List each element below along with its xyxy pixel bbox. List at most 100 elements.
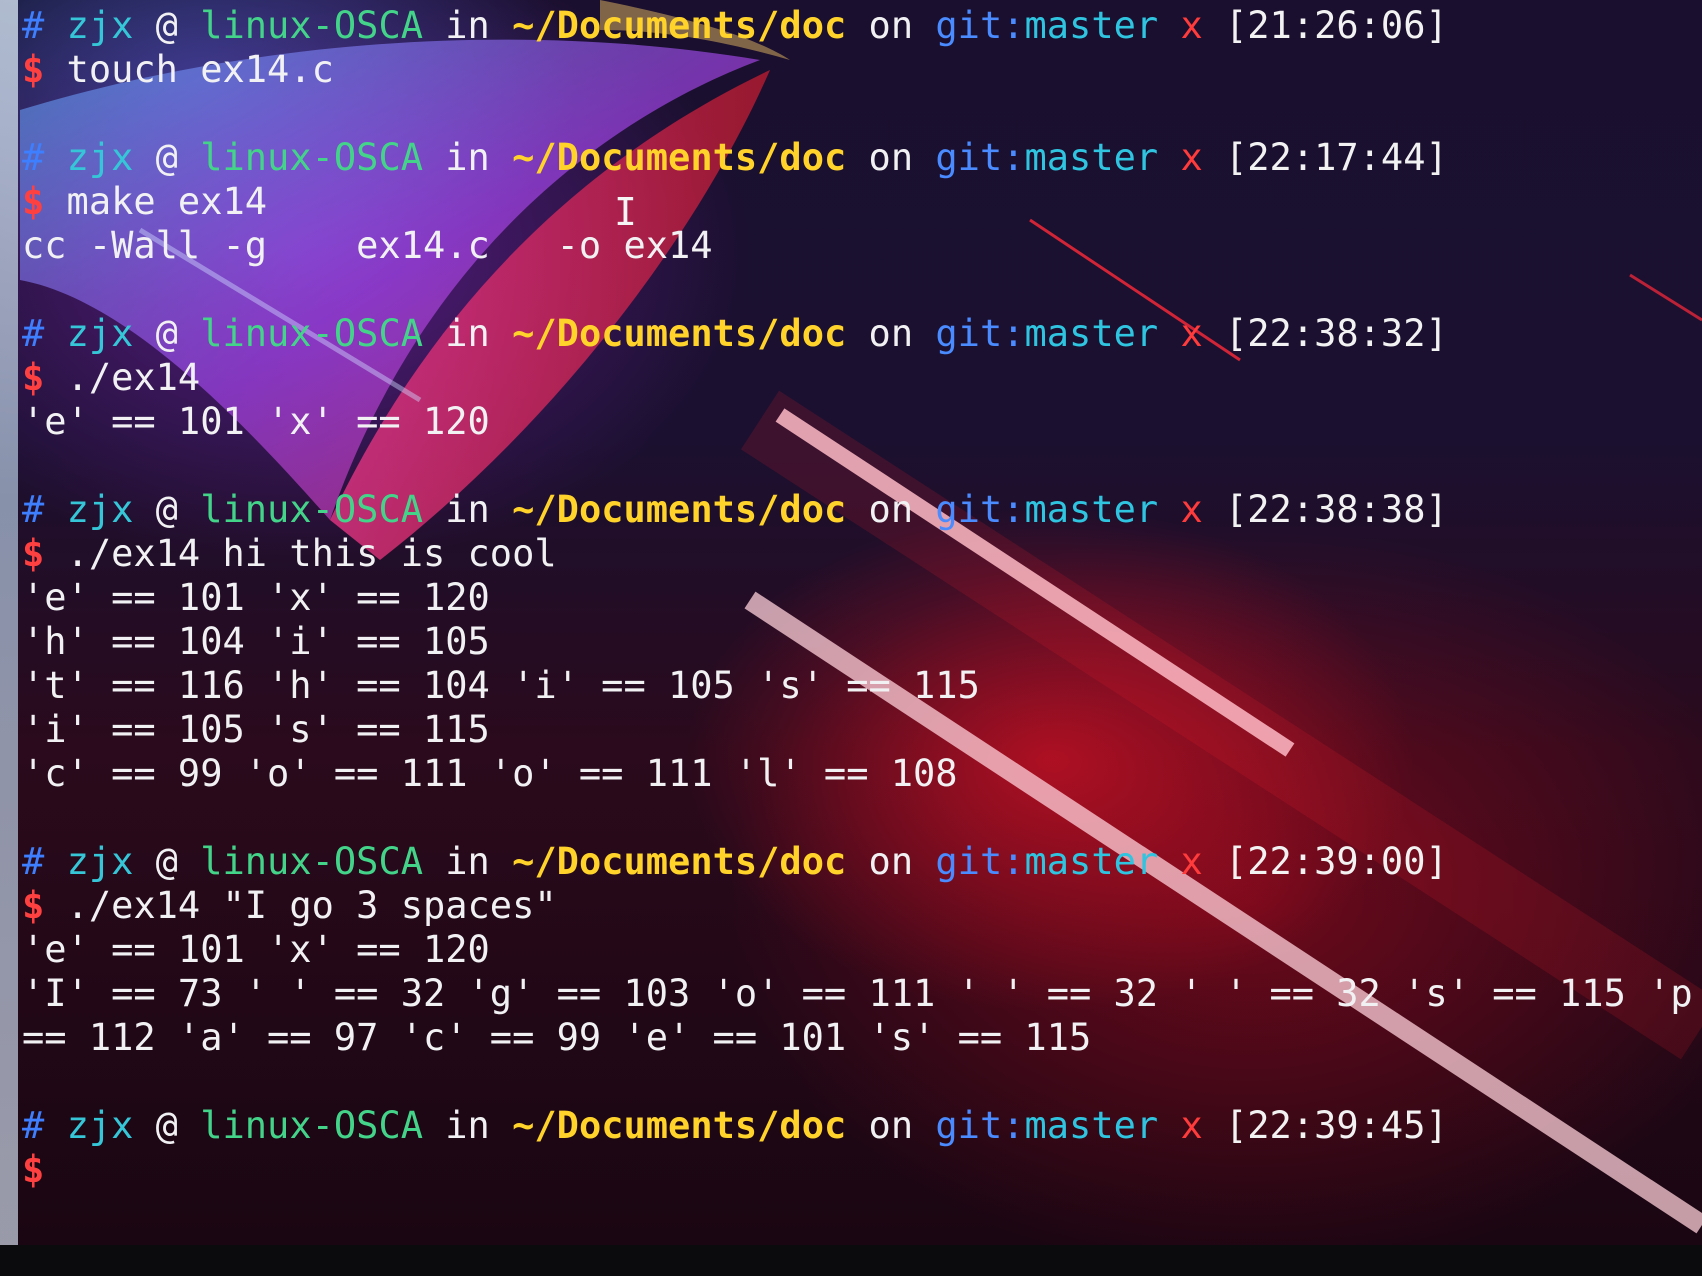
prompt-at: @ — [155, 136, 178, 179]
prompt-branch: master — [1024, 136, 1159, 179]
prompt-user: zjx — [66, 488, 134, 531]
prompt-timestamp: [22:17:44] — [1225, 136, 1448, 179]
output-line: 'c' == 99 'o' == 111 'o' == 111 'l' == 1… — [22, 752, 958, 795]
prompt-host: linux-OSCA — [200, 488, 423, 531]
prompt-in: in — [445, 840, 490, 883]
prompt-branch: master — [1024, 4, 1159, 47]
prompt-dirty-marker: x — [1180, 312, 1203, 355]
prompt-line: # zjx @ linux-OSCA in ~/Documents/doc on… — [22, 840, 1694, 884]
prompt-hash: # — [22, 312, 45, 355]
command-text: ./ex14 hi this is cool — [44, 532, 557, 575]
prompt-git-prefix: git: — [935, 4, 1025, 47]
prompt-hash: # — [22, 840, 45, 883]
prompt-timestamp: [21:26:06] — [1225, 4, 1448, 47]
prompt-git-prefix: git: — [935, 312, 1025, 355]
command-line: $ ./ex14 — [22, 356, 1694, 400]
prompt-host: linux-OSCA — [200, 312, 423, 355]
prompt-timestamp: [22:39:45] — [1225, 1104, 1448, 1147]
prompt-branch: master — [1024, 488, 1159, 531]
prompt-dirty-marker: x — [1180, 840, 1203, 883]
prompt-user: zjx — [66, 840, 134, 883]
output-line: cc -Wall -g ex14.c -o ex14 — [22, 224, 713, 267]
prompt-on: on — [868, 4, 914, 47]
dollar-prompt-icon: $ — [22, 532, 45, 575]
prompt-path: ~/Documents/doc — [512, 4, 847, 47]
bottom-bezel — [0, 1245, 1702, 1276]
prompt-on: on — [868, 1104, 914, 1147]
dollar-prompt-icon: $ — [22, 180, 45, 223]
terminal-output[interactable]: # zjx @ linux-OSCA in ~/Documents/doc on… — [22, 4, 1702, 1192]
prompt-host: linux-OSCA — [200, 4, 423, 47]
prompt-at: @ — [155, 312, 178, 355]
command-text: ./ex14 — [44, 356, 201, 399]
prompt-line: # zjx @ linux-OSCA in ~/Documents/doc on… — [22, 4, 1694, 48]
prompt-host: linux-OSCA — [200, 136, 423, 179]
command-line: $ ./ex14 hi this is cool — [22, 532, 1694, 576]
prompt-dirty-marker: x — [1180, 136, 1203, 179]
mouse-ibeam-cursor-icon: I — [614, 190, 637, 234]
prompt-in: in — [445, 4, 490, 47]
prompt-line: # zjx @ linux-OSCA in ~/Documents/doc on… — [22, 488, 1694, 532]
prompt-branch: master — [1024, 1104, 1159, 1147]
terminal-screen[interactable]: # zjx @ linux-OSCA in ~/Documents/doc on… — [0, 0, 1702, 1245]
prompt-dirty-marker: x — [1180, 1104, 1203, 1147]
prompt-branch: master — [1024, 840, 1159, 883]
command-line: $ touch ex14.c — [22, 48, 1694, 92]
output-line: 'i' == 105 's' == 115 — [22, 708, 490, 751]
left-bezel — [0, 0, 18, 1245]
output-line: == 112 'a' == 97 'c' == 99 'e' == 101 's… — [22, 1016, 1092, 1059]
prompt-line: # zjx @ linux-OSCA in ~/Documents/doc on… — [22, 312, 1694, 356]
prompt-in: in — [445, 136, 490, 179]
dollar-prompt-icon: $ — [22, 48, 45, 91]
output-line: 'e' == 101 'x' == 120 — [22, 576, 490, 619]
dollar-prompt-icon: $ — [22, 1148, 45, 1191]
prompt-user: zjx — [66, 312, 134, 355]
prompt-on: on — [868, 136, 914, 179]
prompt-dirty-marker: x — [1180, 4, 1203, 47]
prompt-path: ~/Documents/doc — [512, 840, 847, 883]
command-text: make ex14 — [44, 180, 268, 223]
prompt-user: zjx — [66, 136, 134, 179]
prompt-at: @ — [155, 4, 178, 47]
dollar-prompt-icon: $ — [22, 884, 45, 927]
output-line: 'I' == 73 ' ' == 32 'g' == 103 'o' == 11… — [22, 972, 1702, 1015]
dollar-prompt-icon: $ — [22, 356, 45, 399]
prompt-line: # zjx @ linux-OSCA in ~/Documents/doc on… — [22, 136, 1694, 180]
prompt-path: ~/Documents/doc — [512, 312, 847, 355]
prompt-dirty-marker: x — [1180, 488, 1203, 531]
prompt-in: in — [445, 1104, 490, 1147]
prompt-in: in — [445, 312, 490, 355]
prompt-on: on — [868, 312, 914, 355]
command-line: $ make ex14 — [22, 180, 1694, 224]
prompt-branch: master — [1024, 312, 1159, 355]
prompt-at: @ — [155, 840, 178, 883]
prompt-user: zjx — [66, 1104, 134, 1147]
prompt-host: linux-OSCA — [200, 1104, 423, 1147]
prompt-hash: # — [22, 4, 45, 47]
prompt-git-prefix: git: — [935, 136, 1025, 179]
prompt-git-prefix: git: — [935, 1104, 1025, 1147]
prompt-hash: # — [22, 1104, 45, 1147]
prompt-git-prefix: git: — [935, 488, 1025, 531]
output-line: 'h' == 104 'i' == 105 — [22, 620, 490, 663]
prompt-hash: # — [22, 136, 45, 179]
command-text: touch ex14.c — [44, 48, 334, 91]
prompt-on: on — [868, 488, 914, 531]
prompt-git-prefix: git: — [935, 840, 1025, 883]
prompt-path: ~/Documents/doc — [512, 136, 847, 179]
prompt-timestamp: [22:38:32] — [1225, 312, 1448, 355]
prompt-path: ~/Documents/doc — [512, 488, 847, 531]
prompt-line: # zjx @ linux-OSCA in ~/Documents/doc on… — [22, 1104, 1694, 1148]
command-line[interactable]: $ — [22, 1148, 1694, 1192]
output-line: 't' == 116 'h' == 104 'i' == 105 's' == … — [22, 664, 980, 707]
output-line: 'e' == 101 'x' == 120 — [22, 400, 490, 443]
prompt-user: zjx — [66, 4, 134, 47]
command-line: $ ./ex14 "I go 3 spaces" — [22, 884, 1694, 928]
command-text: ./ex14 "I go 3 spaces" — [44, 884, 557, 927]
prompt-in: in — [445, 488, 490, 531]
prompt-at: @ — [155, 1104, 178, 1147]
